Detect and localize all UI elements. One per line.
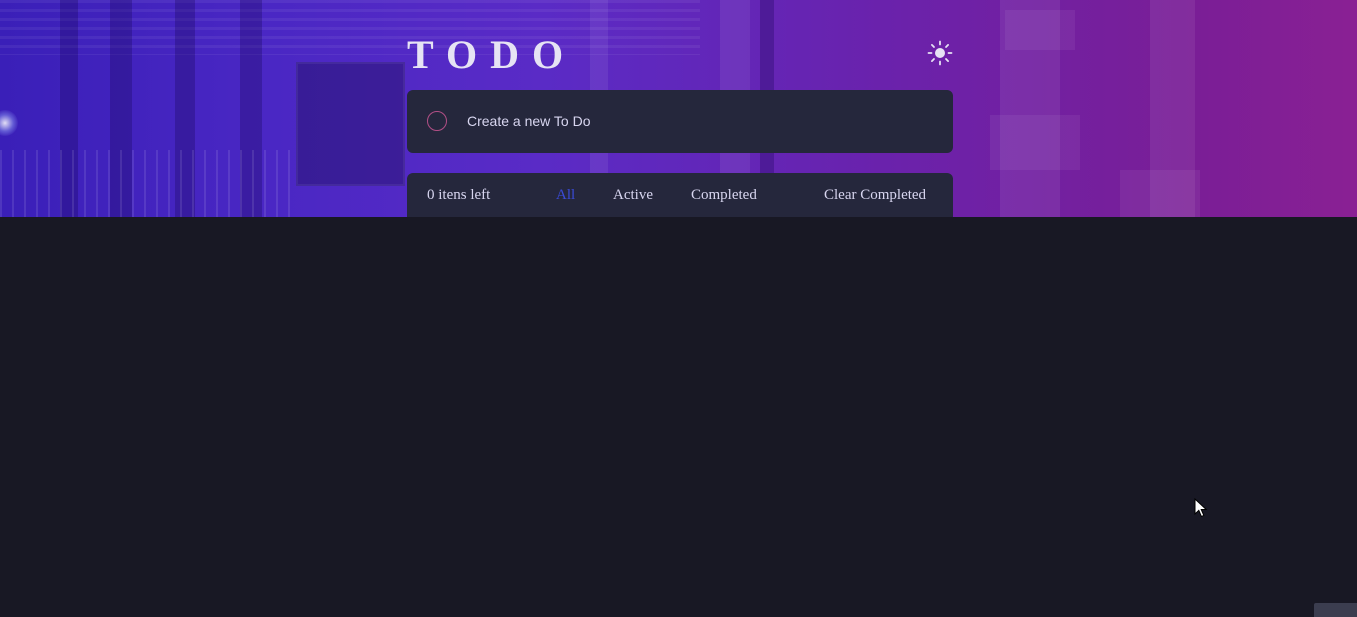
filter-completed[interactable]: Completed	[691, 186, 757, 204]
background-block	[1005, 10, 1075, 50]
background-railing	[0, 150, 300, 217]
new-todo-check-circle[interactable]	[427, 111, 447, 131]
new-todo-card	[407, 90, 953, 153]
sun-icon	[927, 40, 953, 66]
background-light	[0, 110, 18, 136]
background-block	[1120, 170, 1200, 217]
corner-tab[interactable]	[1314, 603, 1357, 617]
items-left-count: 0 itens left	[427, 187, 491, 203]
theme-toggle-button[interactable]	[927, 40, 953, 66]
filter-all[interactable]: All	[556, 186, 575, 204]
filter-active[interactable]: Active	[613, 186, 653, 204]
clear-completed-button[interactable]: Clear Completed	[824, 186, 926, 204]
mouse-cursor-icon	[1194, 498, 1208, 518]
new-todo-input[interactable]	[467, 108, 927, 134]
background-block	[990, 115, 1080, 170]
app-title: TODO	[407, 32, 577, 77]
todo-footer: 0 itens left All Active Completed Clear …	[407, 173, 953, 217]
background-doorway	[296, 62, 405, 186]
